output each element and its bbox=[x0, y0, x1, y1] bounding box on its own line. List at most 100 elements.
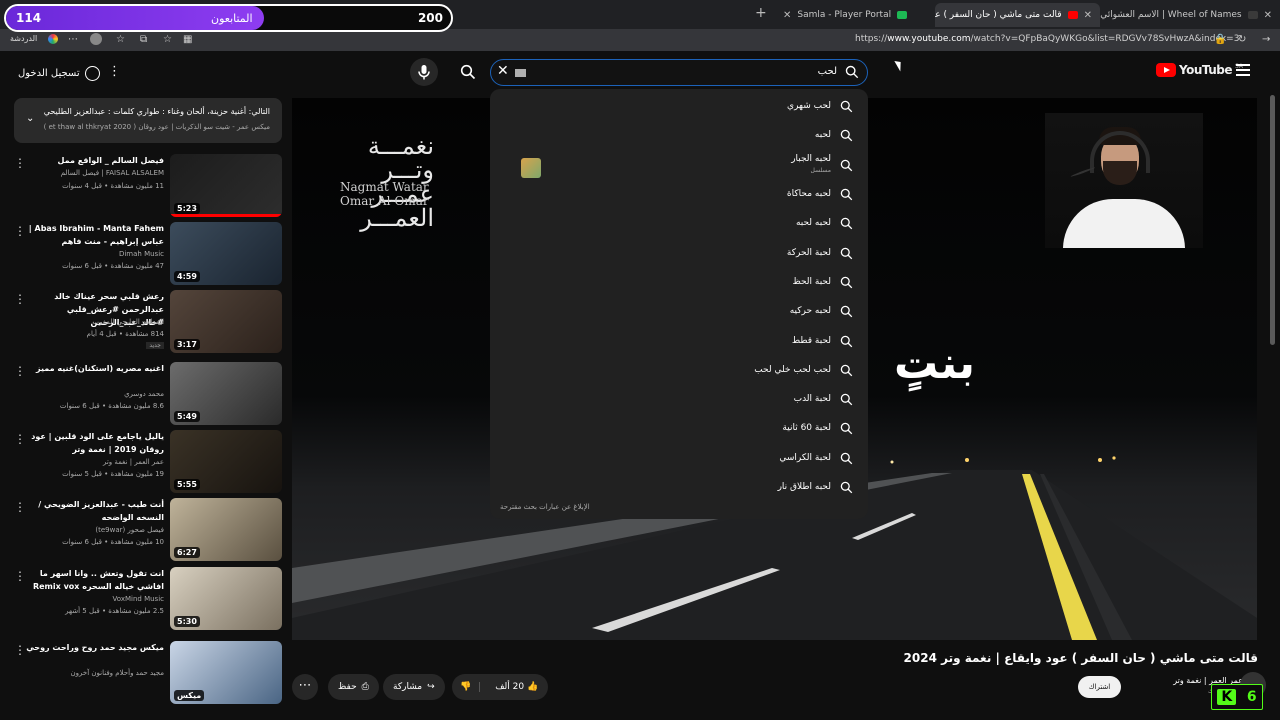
item-menu-icon[interactable]: ⋮ bbox=[14, 292, 26, 306]
search-suggestion-item[interactable]: لحبة قطط bbox=[490, 328, 868, 356]
bookmark-chat[interactable]: الدردشة bbox=[10, 34, 37, 43]
search-icon bbox=[840, 481, 853, 494]
hamburger-menu-icon[interactable] bbox=[1236, 64, 1250, 76]
star-icon[interactable]: ☆ bbox=[163, 34, 172, 45]
youtube-logo[interactable]: YouTube SA bbox=[1156, 63, 1243, 77]
lock-icon: 🔒 bbox=[1214, 34, 1227, 45]
new-tab-button[interactable]: + bbox=[755, 5, 767, 21]
clear-search-icon[interactable]: ✕ bbox=[497, 63, 509, 79]
item-menu-icon[interactable]: ⋮ bbox=[14, 364, 26, 378]
report-suggestions-link[interactable]: الإبلاغ عن عبارات بحث مقترحة bbox=[500, 503, 590, 511]
search-suggestion-item[interactable]: لحبة الحركة bbox=[490, 240, 868, 268]
playlist-item-meta: 47 مليون مشاهدة • قبل 6 سنوات bbox=[62, 262, 164, 270]
search-suggestion-item[interactable]: لحبة الدب bbox=[490, 386, 868, 414]
search-button[interactable] bbox=[454, 58, 482, 86]
video-thumbnail[interactable]: 4:59 bbox=[170, 222, 282, 285]
search-suggestions-dropdown: لحب شهري لحبه لحبه الجبار مسلسل لحبه محاكاة ل… bbox=[490, 89, 868, 519]
playlist-item-title: فيصل السالم _ الواقع ممل bbox=[57, 156, 165, 165]
back-icon[interactable]: → bbox=[1262, 34, 1270, 45]
save-icon: ⎙ bbox=[361, 682, 369, 692]
video-duration: 4:59 bbox=[174, 271, 200, 282]
playlist-item[interactable]: ⋮ 5:30 انت تقول وتعش .. وانا اسهر ما افاشي… bbox=[14, 567, 282, 631]
video-thumbnail[interactable]: 5:30 bbox=[170, 567, 282, 630]
item-menu-icon[interactable]: ⋮ bbox=[14, 569, 26, 583]
video-thumbnail[interactable]: 3:17 bbox=[170, 290, 282, 353]
item-menu-icon[interactable]: ⋮ bbox=[14, 643, 26, 657]
like-dislike-group: 👍 20 ألف 👎 bbox=[452, 674, 549, 700]
playlist-item-channel: المطعم الخليجي المغرب bbox=[92, 318, 164, 326]
playlist-item-meta: 814 مشاهدة • قبل 4 أيام bbox=[86, 330, 164, 338]
playlist-item-channel: FAISAL ALSALEM | فيصل السالم bbox=[60, 169, 164, 177]
voice-search-button[interactable] bbox=[410, 58, 438, 86]
reload-icon[interactable]: ↻ bbox=[1238, 34, 1246, 45]
more-actions-button[interactable]: ⋯ bbox=[292, 674, 318, 700]
playlist-item[interactable]: ⋮ 3:17 رعش قلبي سحر عيناك خالد عبدالرحمن #… bbox=[14, 290, 282, 354]
url-field[interactable]: https://www.youtube.com/watch?v=QFpBaQyW… bbox=[855, 34, 1239, 44]
item-menu-icon[interactable]: ⋮ bbox=[14, 432, 26, 446]
close-tab-icon[interactable]: ✕ bbox=[1084, 10, 1092, 21]
page-scrollbar[interactable] bbox=[1270, 95, 1275, 345]
search-input[interactable]: ✕ لحب bbox=[490, 59, 868, 86]
item-menu-icon[interactable]: ⋮ bbox=[14, 156, 26, 170]
search-icon bbox=[840, 422, 853, 435]
subscribe-button[interactable]: اشتراك bbox=[1078, 676, 1121, 698]
browser-tab-youtube[interactable]: ✕ قالت متى ماشي ( حان السفر ) عود وا bbox=[935, 3, 1100, 27]
streamer-webcam bbox=[1045, 113, 1203, 248]
playlist-item-meta: 8.6 مليون مشاهدة • قبل 6 سنوات bbox=[59, 402, 164, 410]
chevron-down-icon[interactable]: ⌄ bbox=[26, 113, 34, 124]
video-thumbnail[interactable]: 5:55 bbox=[170, 430, 282, 493]
playlist-item[interactable]: ⋮ ميكس ميكس مجيد حمد روح وراحت روحي مجيد حم… bbox=[14, 641, 282, 705]
follower-label: المتابعون bbox=[211, 12, 253, 25]
settings-menu-icon[interactable]: ⋮ bbox=[108, 64, 121, 79]
search-suggestion-item[interactable]: لحبه الجبار مسلسل bbox=[490, 152, 868, 180]
search-suggestion-item[interactable]: لحبة الكراسي bbox=[490, 445, 868, 473]
playlist-item[interactable]: ⋮ 4:59 Abas Ibrahim - Manta Fahem | عباس إ… bbox=[14, 222, 282, 286]
playlist-item[interactable]: ⋮ 5:49 اغنيه مصريه (استكنان)غنيه مميز محمد … bbox=[14, 362, 282, 426]
video-thumbnail[interactable]: 5:49 bbox=[170, 362, 282, 425]
playlist-item[interactable]: ⋮ 5:55 ياليل ياجامع على الود قلبين | عود ر… bbox=[14, 430, 282, 494]
search-suggestion-item[interactable]: لحبه اطلاق نار bbox=[490, 474, 868, 502]
search-icon bbox=[840, 364, 853, 377]
playlist-item-title: ياليل ياجامع على الود قلبين | عود روقان … bbox=[31, 432, 164, 454]
playlist-item[interactable]: ⋮ 6:27 أنت طيب - عبدالعزيز الضويحي / النسخ… bbox=[14, 498, 282, 562]
follower-count: 114 bbox=[16, 11, 42, 25]
search-icon bbox=[840, 217, 853, 230]
search-suggestion-item[interactable]: لحبة الحظ bbox=[490, 269, 868, 297]
search-suggestion-item[interactable]: لحبة 60 ثانية bbox=[490, 415, 868, 443]
browser-tab-wheel-of-names[interactable]: ✕ Wheel of Names | الاسم العشوائي bbox=[1100, 3, 1280, 27]
search-suggestion-item[interactable]: لحبه bbox=[490, 122, 868, 150]
item-menu-icon[interactable]: ⋮ bbox=[14, 500, 26, 514]
playlist-header[interactable]: التالي: أغنية حزينة، ألحان وغناء : طواري… bbox=[14, 98, 282, 143]
item-menu-icon[interactable]: ⋮ bbox=[14, 224, 26, 238]
playlist-item[interactable]: ⋮ 5:23 فيصل السالم _ الواقع ممل FAISAL ALSA… bbox=[14, 154, 282, 218]
signin-button[interactable]: تسجيل الدخول bbox=[18, 62, 100, 84]
save-button[interactable]: ⎙ حفظ bbox=[328, 674, 379, 700]
video-thumbnail[interactable]: 6:27 bbox=[170, 498, 282, 561]
search-suggestion-item[interactable]: لحبه حركيه bbox=[490, 298, 868, 326]
dislike-button[interactable]: 👎 bbox=[452, 682, 481, 692]
profile-avatar[interactable] bbox=[90, 33, 102, 45]
watch-progress-bar bbox=[170, 214, 282, 217]
search-suggestion-item[interactable]: لحبه لحبه bbox=[490, 210, 868, 238]
like-button[interactable]: 👍 20 ألف bbox=[485, 682, 548, 692]
kick-badge: K 6 bbox=[1211, 684, 1263, 710]
close-tab-icon[interactable]: ✕ bbox=[1264, 10, 1272, 21]
close-tab-icon[interactable]: ✕ bbox=[783, 10, 791, 21]
extensions-icon[interactable]: ▦ bbox=[183, 34, 192, 45]
playlist-item-channel: VoxMind Music bbox=[112, 595, 164, 603]
browser-tab-samla[interactable]: ✕ Samla - Player Portal bbox=[775, 3, 935, 27]
search-suggestion-item[interactable]: لحبه محاكاة bbox=[490, 181, 868, 209]
thumbs-up-icon: 👍 bbox=[526, 682, 539, 692]
video-thumbnail[interactable]: 5:23 bbox=[170, 154, 282, 217]
playlist-item-channel: Dimah Music bbox=[118, 250, 164, 258]
share-button[interactable]: ↪ مشاركة bbox=[383, 674, 445, 700]
search-suggestion-item[interactable]: لحب شهري bbox=[490, 93, 868, 121]
search-suggestion-item[interactable]: لحب لحب خلي لحب bbox=[490, 357, 868, 385]
favorites-icon[interactable]: ☆ bbox=[116, 34, 125, 45]
playlist-item-channel: عمر العمر | نغمة وتر bbox=[102, 458, 164, 466]
search-icon bbox=[840, 188, 853, 201]
video-thumbnail[interactable]: ميكس bbox=[170, 641, 282, 704]
collections-icon[interactable]: ⧉ bbox=[140, 34, 147, 45]
more-icon[interactable]: ⋯ bbox=[68, 34, 78, 45]
playlist-item-title: اغنيه مصريه (استكنان)غنيه مميز bbox=[36, 364, 164, 373]
